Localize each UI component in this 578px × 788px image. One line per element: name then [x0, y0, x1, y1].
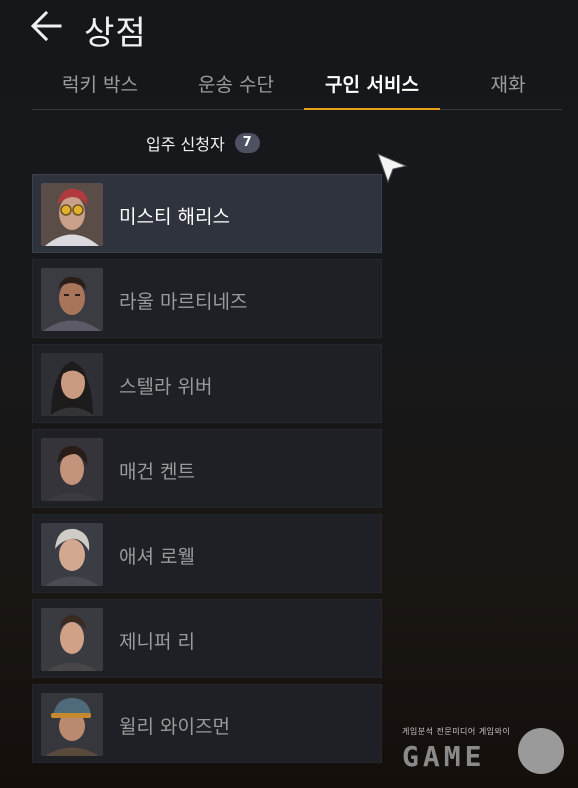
avatar [41, 523, 103, 586]
watermark-logo: GAME [402, 740, 486, 773]
avatar [41, 608, 103, 671]
back-button[interactable] [28, 8, 68, 44]
list-item[interactable]: 스텔라 위버 [32, 344, 382, 423]
avatar [41, 353, 103, 416]
header: 상점 [0, 0, 578, 56]
arrow-left-icon [30, 10, 62, 42]
list-item[interactable]: 매건 켄트 [32, 429, 382, 508]
applicants-label: 입주 신청자 [146, 135, 225, 154]
avatar [41, 268, 103, 331]
character-name: 미스티 해리스 [119, 206, 230, 228]
watermark-emblem-icon [518, 728, 564, 774]
character-name: 윌리 와이즈먼 [119, 716, 230, 738]
applicants-header: 입주 신청자 7 [146, 130, 260, 156]
list-item[interactable]: 미스티 해리스 [32, 174, 382, 253]
list-item[interactable]: 윌리 와이즈먼 [32, 684, 382, 763]
tab-vehicles[interactable]: 운송 수단 [168, 70, 304, 108]
character-name: 애셔 로웰 [119, 546, 195, 568]
tab-bar: 럭키 박스 운송 수단 구인 서비스 재화 [32, 62, 562, 110]
list-item[interactable]: 라울 마르티네즈 [32, 259, 382, 338]
character-name: 라울 마르티네즈 [119, 291, 248, 313]
page-title: 상점 [84, 13, 147, 52]
applicants-count-badge: 7 [234, 133, 260, 153]
character-name: 제니퍼 리 [119, 631, 195, 653]
list-item[interactable]: 제니퍼 리 [32, 599, 382, 678]
tab-currency[interactable]: 재화 [440, 70, 576, 108]
tab-divider [32, 109, 562, 110]
list-item[interactable]: 애셔 로웰 [32, 514, 382, 593]
watermark-caption: 게임분석 전문미디어 게임와이 [402, 727, 511, 736]
character-name: 매건 켄트 [119, 461, 195, 483]
character-name: 스텔라 위버 [119, 376, 213, 398]
tab-recruit-service[interactable]: 구인 서비스 [304, 70, 440, 110]
avatar [41, 693, 103, 756]
watermark: 게임분석 전문미디어 게임와이 GAME [400, 722, 570, 778]
avatar [41, 438, 103, 501]
tab-lucky-box[interactable]: 럭키 박스 [32, 70, 168, 108]
avatar [41, 183, 103, 246]
